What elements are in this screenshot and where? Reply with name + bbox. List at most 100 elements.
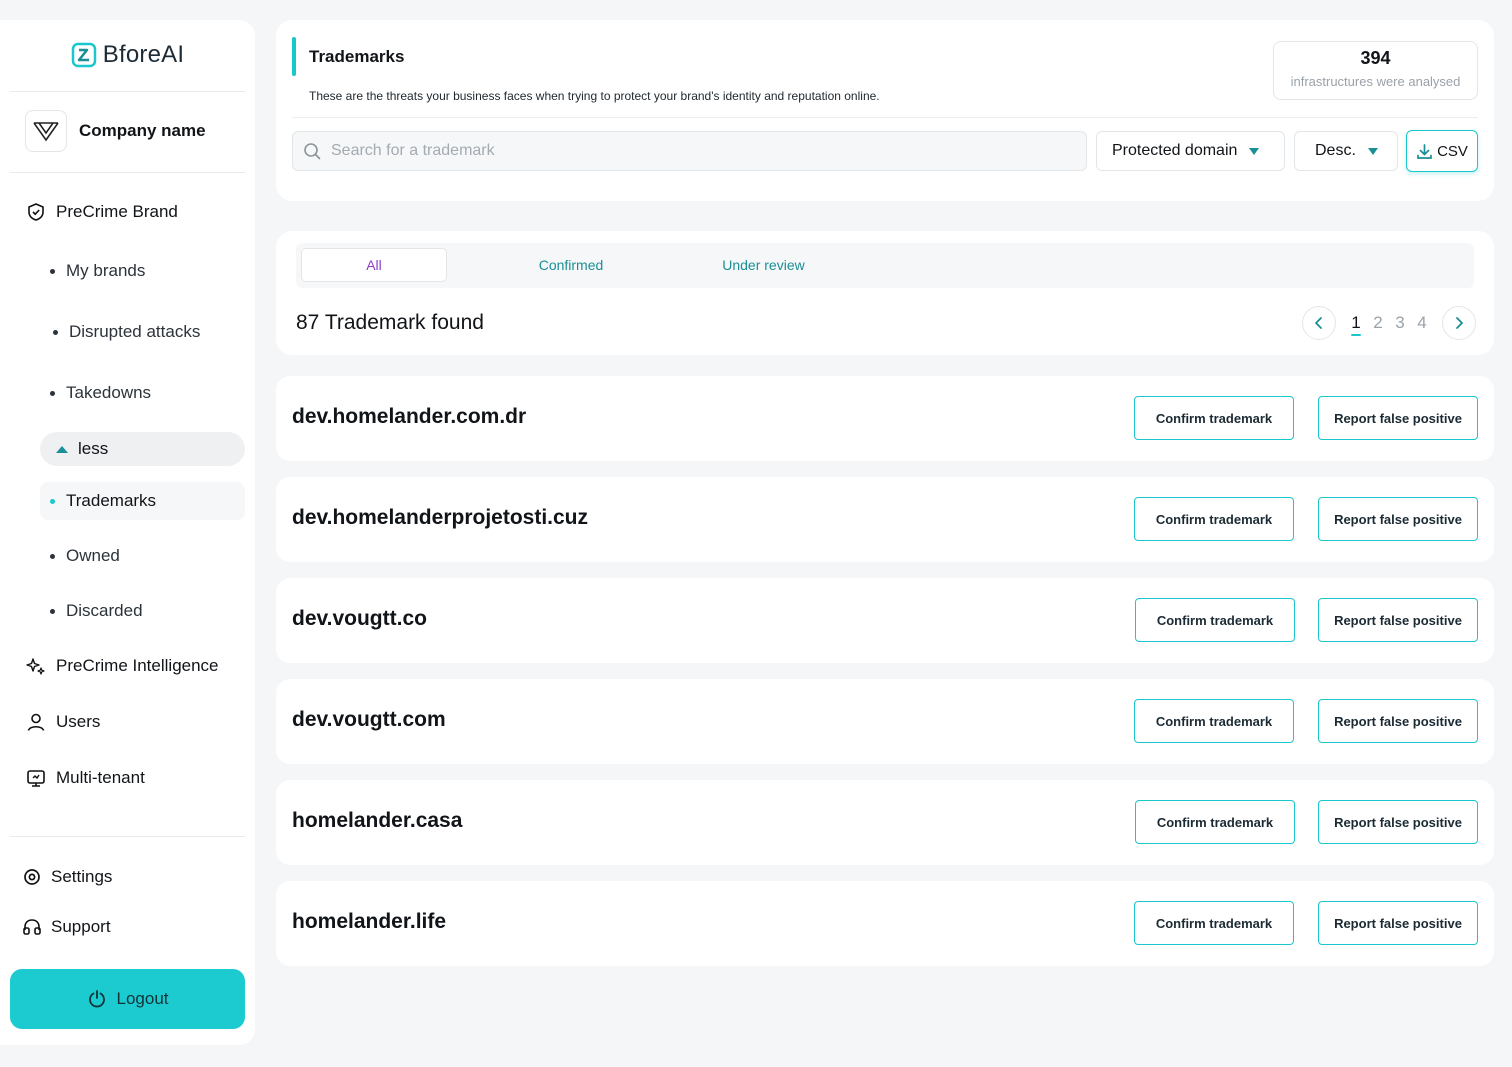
next-page-button[interactable] [1442,306,1476,340]
company-v-logo-icon [33,122,59,142]
trademark-domain: dev.homelander.com.dr [292,405,527,428]
bullet-icon [50,390,55,396]
divider [10,172,245,173]
logout-button[interactable]: Logout [10,969,245,1029]
chevron-left-icon [1315,317,1322,329]
csv-label: CSV [1437,142,1468,160]
report-false-positive-button[interactable]: Report false positive [1318,800,1478,844]
bullet-icon [53,329,58,335]
bullet-icon [50,608,55,614]
sidebar-item-takedowns[interactable]: Takedowns [40,374,245,412]
nav-multi-tenant-label: Multi-tenant [56,768,145,787]
bforeai-logo-icon [71,42,97,68]
protected-domain-select[interactable]: Protected domain [1096,131,1285,171]
protected-domain-select-value: Protected domain [1112,142,1238,159]
csv-download-button[interactable]: CSV [1406,130,1478,172]
caret-up-icon [56,445,68,453]
sidebar-item-discarded[interactable]: Discarded [40,592,245,630]
nav-precrime-intelligence-label: PreCrime Intelligence [56,656,219,675]
trademark-row: homelander.casa Confirm trademark Report… [276,780,1494,865]
page-description: These are the threats your business face… [309,89,880,103]
stat-label: infrastructures were analysed [1290,74,1461,89]
sidebar-item-my-brands[interactable]: My brands [40,252,245,290]
sparkles-icon [26,658,45,675]
results-count: 87 Trademark found [296,311,484,334]
sidebar-item-label: Trademarks [66,491,157,510]
infrastructures-stat: 394 infrastructures were analysed [1273,41,1478,100]
trademark-domain: dev.vougtt.com [292,708,446,731]
nav-settings-label: Settings [51,867,113,886]
confirm-trademark-button[interactable]: Confirm trademark [1134,396,1294,440]
search-icon [304,143,321,160]
confirm-trademark-button[interactable]: Confirm trademark [1135,800,1295,844]
power-icon [88,990,105,1008]
nav-users[interactable]: Users [26,712,100,732]
nav-support[interactable]: Support [22,917,111,937]
multi-tenant-icon [27,770,45,787]
sidebar-item-disrupted-attacks[interactable]: Disrupted attacks [40,313,245,351]
report-false-positive-button[interactable]: Report false positive [1318,901,1478,945]
brand-logo[interactable]: BforeAI [0,20,255,90]
tab-all[interactable]: All [301,248,447,282]
nav-support-label: Support [51,917,111,936]
divider [292,117,1478,118]
sort-order-select-value: Desc. [1315,142,1356,159]
sidebar-item-label: My brands [66,261,146,280]
confirm-trademark-button[interactable]: Confirm trademark [1134,699,1294,743]
bullet-icon [50,498,55,504]
trademark-row: dev.vougtt.com Confirm trademark Report … [276,679,1494,764]
page-3-button[interactable]: 3 [1389,313,1411,333]
report-false-positive-button[interactable]: Report false positive [1318,497,1478,541]
trademark-domain: dev.homelanderprojetosti.cuz [292,506,588,529]
page-title: Trademarks [309,47,405,66]
nav-multi-tenant[interactable]: Multi-tenant [26,768,145,788]
sort-order-select[interactable]: Desc. [1294,131,1398,171]
divider [10,91,245,92]
logout-label: Logout [116,989,169,1008]
nav-precrime-intelligence[interactable]: PreCrime Intelligence [26,656,219,676]
previous-page-button[interactable] [1302,306,1336,340]
trademarks-header-card: Trademarks These are the threats your bu… [276,20,1494,201]
confirm-trademark-button[interactable]: Confirm trademark [1134,497,1294,541]
confirm-trademark-button[interactable]: Confirm trademark [1135,598,1295,642]
sidebar-item-label: Takedowns [66,383,152,402]
sidebar-item-label: Disrupted attacks [69,322,201,341]
sidebar-item-label: Owned [66,546,120,565]
caret-down-icon [1367,147,1378,155]
results-tabs-card: All Confirmed Under review 87 Trademark … [276,231,1494,355]
trademark-row: homelander.life Confirm trademark Report… [276,881,1494,966]
company-logo [25,110,67,152]
report-false-positive-button[interactable]: Report false positive [1318,699,1478,743]
sidebar: BforeAI Company name PreCrime Brand My b… [0,20,255,1045]
nav-settings[interactable]: Settings [22,867,112,887]
download-icon [1417,143,1432,159]
tab-strip: All Confirmed Under review [296,243,1474,288]
user-icon [27,713,45,731]
sidebar-item-owned[interactable]: Owned [40,537,245,575]
chevron-right-icon [1456,317,1463,329]
report-false-positive-button[interactable]: Report false positive [1318,396,1478,440]
gear-icon [24,869,40,885]
search-input[interactable] [331,142,1071,160]
report-false-positive-button[interactable]: Report false positive [1318,598,1478,642]
pagination: 1 2 3 4 [1302,306,1476,340]
nav-precrime-brand[interactable]: PreCrime Brand [26,202,178,222]
trademark-domain: dev.vougtt.co [292,607,427,630]
tab-confirmed[interactable]: Confirmed [496,248,646,282]
headset-icon [23,919,41,935]
brand-name: BforeAI [102,41,185,68]
bullet-icon [50,268,55,274]
tab-under-review[interactable]: Under review [686,248,841,282]
sidebar-item-trademarks[interactable]: Trademarks [40,482,245,520]
bullet-icon [50,553,55,559]
trademark-domain: homelander.casa [292,809,463,832]
company-selector[interactable]: Company name [25,110,206,152]
collapse-less-button[interactable]: less [40,432,245,466]
page-2-button[interactable]: 2 [1367,313,1389,333]
page-1-button[interactable]: 1 [1345,313,1367,333]
sidebar-item-label: Discarded [66,601,143,620]
nav-precrime-brand-label: PreCrime Brand [56,202,178,221]
caret-down-icon [1249,147,1260,155]
page-4-button[interactable]: 4 [1411,313,1433,333]
confirm-trademark-button[interactable]: Confirm trademark [1134,901,1294,945]
